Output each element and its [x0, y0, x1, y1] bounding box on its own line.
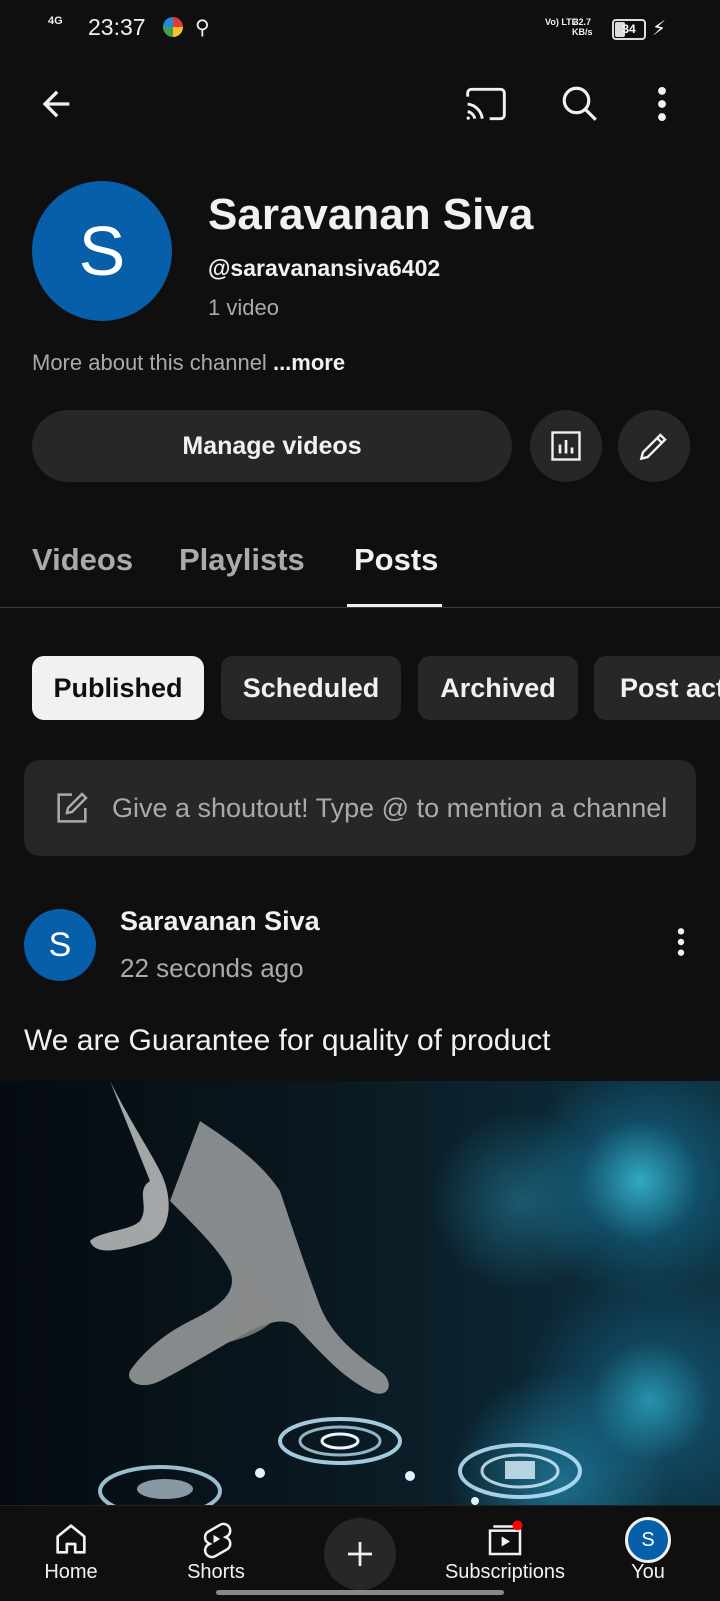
manage-videos-button[interactable]: Manage videos — [32, 410, 512, 482]
post-timestamp: 22 seconds ago — [120, 953, 304, 983]
network-speed-unit: KB/s — [572, 27, 593, 37]
network-indicator: 4G — [48, 15, 63, 27]
analytics-icon — [551, 431, 581, 461]
chip-published[interactable]: Published — [32, 656, 204, 720]
tab-divider — [0, 607, 720, 608]
avatar: S — [625, 1517, 671, 1563]
post-image[interactable] — [0, 1081, 720, 1505]
create-icon — [348, 1542, 372, 1566]
tab-posts[interactable]: Posts — [354, 542, 438, 578]
cast-icon[interactable] — [458, 76, 514, 132]
edit-post-icon — [52, 788, 92, 833]
chip-archived[interactable]: Archived — [418, 656, 578, 720]
network-speed: 32.7 KB/s — [572, 17, 593, 37]
usb-icon: ⚲ — [195, 17, 210, 39]
channel-avatar[interactable]: S — [32, 181, 172, 321]
nav-you-label: You — [631, 1561, 665, 1583]
post-text: We are Guarantee for quality of product — [24, 1024, 551, 1057]
home-icon — [51, 1519, 91, 1564]
nav-shorts[interactable]: Shorts — [151, 1505, 281, 1600]
post-more-icon[interactable] — [677, 925, 685, 964]
channel-about-link[interactable]: More about this channel ...more — [32, 350, 345, 376]
nav-shorts-label: Shorts — [187, 1561, 245, 1583]
back-arrow-icon[interactable] — [28, 76, 84, 132]
channel-about-more[interactable]: ...more — [273, 350, 345, 375]
more-vertical-icon[interactable] — [634, 76, 690, 132]
battery-icon: 34 — [612, 19, 646, 40]
edit-channel-button[interactable] — [618, 410, 690, 482]
status-bar: 4G 23:37 ⚲ Vo) LTE 32.7 KB/s 34 ⚡ — [0, 0, 720, 56]
post-author-avatar[interactable]: S — [24, 909, 96, 981]
tab-playlists[interactable]: Playlists — [179, 542, 305, 578]
shoutout-placeholder: Give a shoutout! Type @ to mention a cha… — [112, 793, 668, 823]
tab-videos[interactable]: Videos — [32, 542, 133, 578]
create-button[interactable] — [324, 1518, 396, 1590]
network-speed-value: 32.7 — [573, 17, 592, 27]
analytics-button[interactable] — [530, 410, 602, 482]
pencil-icon — [639, 433, 667, 461]
chip-scheduled[interactable]: Scheduled — [221, 656, 401, 720]
subscriptions-icon — [484, 1519, 526, 1564]
channel-name: Saravanan Siva — [208, 190, 534, 239]
search-icon[interactable] — [552, 76, 608, 132]
nav-subscriptions[interactable]: Subscriptions — [440, 1505, 570, 1600]
channel-about-text: More about this channel — [32, 350, 267, 375]
nav-home-label: Home — [44, 1561, 98, 1583]
charging-icon: ⚡ — [652, 18, 667, 40]
video-count: 1 video — [208, 295, 279, 320]
shorts-icon — [196, 1519, 236, 1564]
nav-you[interactable]: S You — [583, 1505, 713, 1600]
post-author-name[interactable]: Saravanan Siva — [120, 906, 320, 937]
channel-handle: @saravanansiva6402 — [208, 255, 441, 281]
chip-post-activity[interactable]: Post act — [594, 656, 720, 720]
nav-subscriptions-label: Subscriptions — [444, 1561, 566, 1583]
status-time: 23:37 — [88, 14, 146, 40]
app-notification-icon — [163, 17, 183, 37]
gesture-bar — [216, 1590, 504, 1595]
nav-home[interactable]: Home — [6, 1505, 136, 1600]
battery-level: 34 — [622, 22, 636, 36]
